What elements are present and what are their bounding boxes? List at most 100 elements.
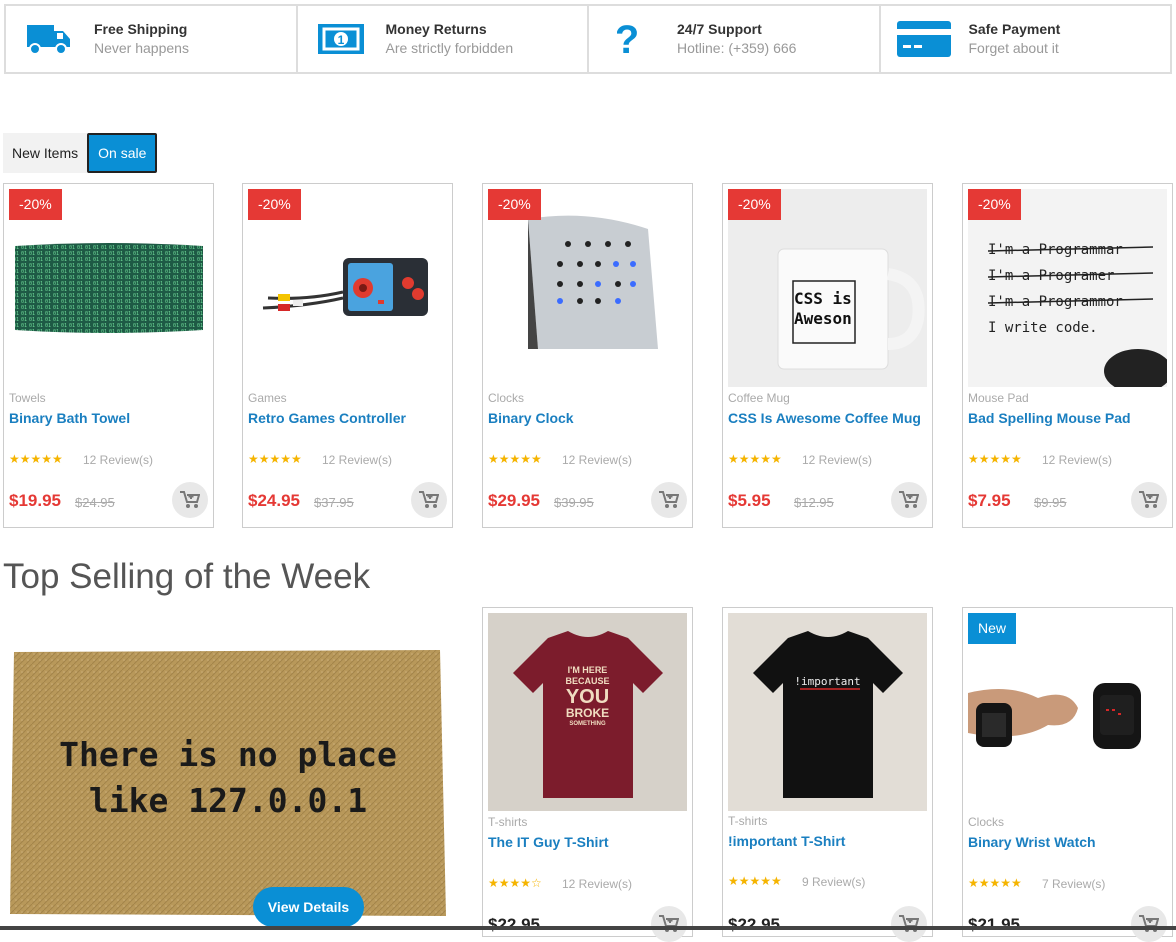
- product-card[interactable]: -20% Games Retro Games Controller ★★★★★ …: [242, 183, 453, 528]
- feature-subtitle: Are strictly forbidden: [385, 40, 514, 56]
- product-price: $29.95: [488, 491, 540, 510]
- rating-stars: ★★★★★: [968, 452, 1022, 466]
- product-category: Towels: [9, 391, 46, 405]
- product-category: Games: [248, 391, 287, 405]
- product-card[interactable]: -20% I'm a Programmar I'm a Programer I'…: [962, 183, 1173, 528]
- product-name[interactable]: !important T-Shirt: [728, 833, 845, 849]
- review-count[interactable]: 12 Review(s): [802, 453, 872, 467]
- svg-text:?: ?: [617, 21, 639, 57]
- product-name[interactable]: Binary Bath Towel: [9, 410, 130, 426]
- add-to-cart-button[interactable]: [1131, 482, 1167, 518]
- product-category: Clocks: [488, 391, 525, 405]
- rating-stars: ★★★★★: [488, 452, 542, 466]
- product-card[interactable]: New Clocks Binary Wrist Watch ★★★★★ 7 Re…: [962, 607, 1173, 942]
- old-price: $9.95: [1034, 495, 1067, 510]
- rating-stars: ★★★★★: [248, 452, 302, 466]
- features-bar: Free Shipping Never happens 1 Money Retu…: [4, 4, 1172, 74]
- old-price: $24.95: [75, 495, 115, 510]
- svg-text:1: 1: [337, 33, 344, 47]
- feature-subtitle: Never happens: [94, 40, 189, 56]
- product-card[interactable]: I'M HERE BECAUSE YOU BROKE SOMETHING T-s…: [482, 607, 693, 942]
- product-card[interactable]: !important T-shirts !important T-Shirt ★…: [722, 607, 933, 942]
- product-price: $24.95: [248, 491, 300, 510]
- product-name[interactable]: Binary Clock: [488, 410, 574, 426]
- review-count[interactable]: 12 Review(s): [562, 453, 632, 467]
- feature-title: Free Shipping: [94, 21, 188, 37]
- feature-support: ? 24/7 Support Hotline: (+359) 666: [589, 6, 881, 72]
- product-name[interactable]: The IT Guy T-Shirt: [488, 834, 609, 850]
- feature-subtitle: Forget about it: [968, 40, 1059, 56]
- cart-icon: [659, 915, 679, 932]
- product-price: $22.95: [488, 915, 540, 934]
- rating-stars: ★★★★★: [728, 874, 782, 888]
- shirt-text-line: SOMETHING: [569, 721, 606, 727]
- rating-stars: ★★★★★: [728, 452, 782, 466]
- review-count[interactable]: 12 Review(s): [1042, 453, 1112, 467]
- money-icon: 1: [312, 19, 370, 59]
- feature-title: Money Returns: [385, 21, 487, 37]
- discount-badge: -20%: [488, 189, 541, 220]
- product-card[interactable]: -20% Clocks Binary Clock ★★★★★ 12 Review…: [482, 183, 693, 528]
- feature-subtitle: Hotline: (+359) 666: [677, 40, 797, 56]
- product-category: T-shirts: [488, 815, 528, 829]
- add-to-cart-button[interactable]: [1131, 906, 1167, 942]
- product-price: $21.95: [968, 915, 1020, 934]
- rating-stars: ★★★★★: [968, 876, 1022, 890]
- horizontal-scrollbar[interactable]: [0, 926, 1176, 930]
- review-count[interactable]: 12 Review(s): [83, 453, 153, 467]
- product-name[interactable]: Binary Wrist Watch: [968, 834, 1096, 850]
- product-image[interactable]: !important: [728, 613, 927, 811]
- product-tabs: New Items On sale: [3, 133, 158, 173]
- product-category: T-shirts: [728, 814, 768, 828]
- add-to-cart-button[interactable]: [891, 906, 927, 942]
- add-to-cart-button[interactable]: [891, 482, 927, 518]
- mug-text-line: Aweson: [794, 309, 852, 328]
- cart-icon: [1139, 491, 1159, 508]
- question-icon: ?: [603, 19, 661, 59]
- product-name[interactable]: Bad Spelling Mouse Pad: [968, 410, 1131, 426]
- product-price: $7.95: [968, 491, 1011, 510]
- rating-stars: ★★★★☆: [488, 876, 542, 890]
- discount-badge: -20%: [9, 189, 62, 220]
- feature-title: 24/7 Support: [677, 21, 762, 37]
- review-count[interactable]: 12 Review(s): [322, 453, 392, 467]
- doormat-text-line: like 127.0.0.1: [88, 781, 368, 820]
- credit-card-icon: [895, 19, 953, 59]
- product-category: Clocks: [968, 815, 1005, 829]
- truck-icon: [20, 19, 78, 59]
- product-card[interactable]: -20% 01 Towels Binary Bath Towel ★★★★★ 1…: [3, 183, 214, 528]
- review-count[interactable]: 12 Review(s): [562, 877, 632, 891]
- feature-money-returns: 1 Money Returns Are strictly forbidden: [298, 6, 589, 72]
- product-name[interactable]: CSS Is Awesome Coffee Mug: [728, 410, 921, 426]
- review-count[interactable]: 9 Review(s): [802, 875, 865, 889]
- product-image[interactable]: I'M HERE BECAUSE YOU BROKE SOMETHING: [488, 613, 687, 811]
- product-price: $22.95: [728, 915, 780, 934]
- featured-product-image[interactable]: There is no place like 127.0.0.1: [8, 640, 448, 920]
- product-price: $19.95: [9, 491, 61, 510]
- old-price: $12.95: [794, 495, 834, 510]
- add-to-cart-button[interactable]: [651, 482, 687, 518]
- review-count[interactable]: 7 Review(s): [1042, 877, 1105, 891]
- cart-icon: [899, 491, 919, 508]
- tab-on-sale[interactable]: On sale: [87, 133, 158, 173]
- tab-new-items[interactable]: New Items: [3, 133, 88, 173]
- product-category: Mouse Pad: [968, 391, 1029, 405]
- add-to-cart-button[interactable]: [651, 906, 687, 942]
- product-category: Coffee Mug: [728, 391, 790, 405]
- discount-badge: -20%: [248, 189, 301, 220]
- product-card[interactable]: -20% CSS is Aweson Coffee Mug CSS Is Awe…: [722, 183, 933, 528]
- add-to-cart-button[interactable]: [172, 482, 208, 518]
- product-name[interactable]: Retro Games Controller: [248, 410, 406, 426]
- section-title: Top Selling of the Week: [3, 557, 371, 596]
- shirt-text: !important: [794, 675, 861, 688]
- cart-icon: [180, 491, 200, 508]
- cart-icon: [1139, 915, 1159, 932]
- add-to-cart-button[interactable]: [411, 482, 447, 518]
- feature-free-shipping: Free Shipping Never happens: [6, 6, 298, 72]
- old-price: $37.95: [314, 495, 354, 510]
- shirt-text-line: YOU: [565, 686, 610, 708]
- cart-icon: [659, 491, 679, 508]
- discount-badge: -20%: [968, 189, 1021, 220]
- view-details-button[interactable]: View Details: [253, 887, 364, 927]
- discount-badge: -20%: [728, 189, 781, 220]
